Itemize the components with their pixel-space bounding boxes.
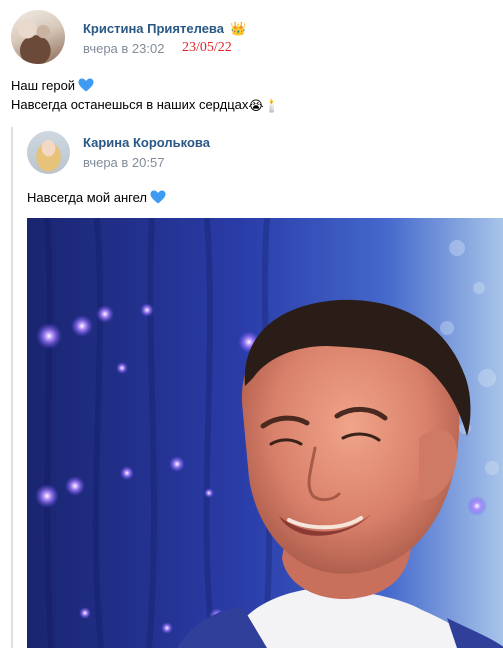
post-line-2-text: Навсегда останешься в наших сердцах (11, 97, 249, 112)
post-line-1-text: Наш герой (11, 78, 76, 93)
post-line-1: Наш герой (11, 76, 491, 95)
repost-author-name[interactable]: Карина Королькова (83, 135, 210, 150)
post-text: Наш герой Навсегда останешься в наших се… (11, 76, 491, 115)
blue-heart-icon (78, 78, 94, 92)
post-photo[interactable] (27, 218, 503, 648)
repost-time[interactable]: вчера в 20:57 (83, 155, 164, 170)
author-avatar[interactable] (11, 10, 65, 64)
repost-text: Навсегда мой ангел (27, 188, 166, 207)
author-name-link[interactable]: Кристина Приятелева 👑 (83, 21, 246, 37)
candle-icon: 🕯️ (263, 98, 280, 113)
repost-author-avatar[interactable] (27, 131, 70, 174)
wall-post: Кристина Приятелева 👑 вчера в 23:02 23/05… (0, 0, 503, 648)
author-name[interactable]: Кристина Приятелева (83, 21, 224, 36)
post-line-2: Навсегда останешься в наших сердцах😭🕯️ (11, 95, 491, 115)
crying-face-icon: 😭 (248, 98, 264, 113)
photo-illustration (27, 218, 503, 648)
blue-heart-icon (150, 190, 166, 204)
repost-text-content: Навсегда мой ангел (27, 190, 147, 205)
crown-icon: 👑 (229, 21, 247, 36)
date-stamp: 23/05/22 (182, 40, 232, 55)
post-header: Кристина Приятелева 👑 вчера в 23:02 23/05… (11, 10, 491, 66)
repost-block: Карина Королькова вчера в 20:57 Навсегда… (11, 127, 503, 648)
post-time[interactable]: вчера в 23:02 (83, 41, 164, 56)
